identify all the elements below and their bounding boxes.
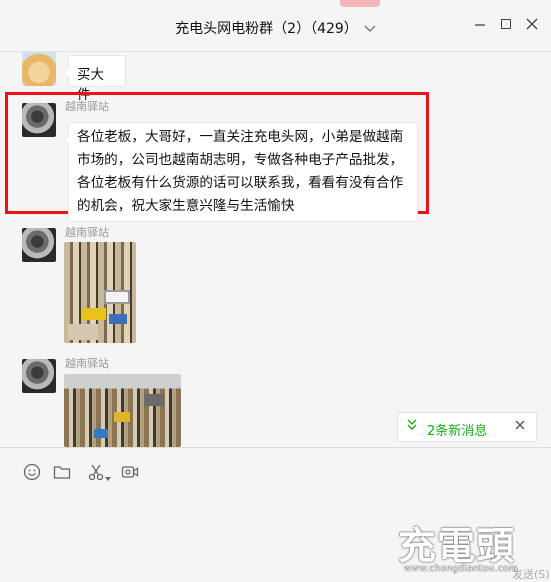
chevron-down-icon[interactable] <box>364 22 376 36</box>
double-chevron-down-icon <box>407 419 417 436</box>
new-messages-label: 2条新消息 <box>427 424 488 439</box>
folder-icon[interactable] <box>52 462 72 482</box>
image-message[interactable] <box>64 242 136 343</box>
notification-tab <box>340 0 380 7</box>
message-bubble[interactable]: 买大件 <box>63 55 126 103</box>
video-call-icon[interactable] <box>120 462 140 482</box>
message-bubble-highlighted[interactable]: 各位老板，大哥好，一直关注充电头网，小弟是做越南市场的，公司也越南胡志明，专做各… <box>63 122 418 222</box>
sender-name: 越南驿站 <box>65 226 109 239</box>
scissors-icon[interactable] <box>86 462 106 482</box>
chat-title-text: 充电头网电粉群（2）（429） <box>175 21 358 37</box>
image-message[interactable] <box>64 374 181 447</box>
sender-name: 越南驿站 <box>65 100 109 113</box>
new-messages-notification[interactable]: 2条新消息 <box>397 412 537 442</box>
title-bar: 充电头网电粉群（2）（429） <box>0 0 551 52</box>
maximize-icon[interactable] <box>498 16 514 32</box>
avatar[interactable] <box>22 359 56 393</box>
watermark-logo: 充電頭 www.chongdiantou.com <box>398 515 551 582</box>
close-icon[interactable] <box>514 419 526 435</box>
chat-area[interactable]: 买大件 越南驿站 各位老板，大哥好，一直关注充电头网，小弟是做越南市场的，公司也… <box>0 52 551 447</box>
avatar[interactable] <box>22 228 56 262</box>
dog-avatar[interactable] <box>22 52 56 86</box>
message-text: 各位老板，大哥好，一直关注充电头网，小弟是做越南市场的，公司也越南胡志明，专做各… <box>77 129 404 214</box>
chevron-down-icon[interactable] <box>104 468 112 481</box>
watermark-url: www.chongdiantou.com <box>404 564 518 574</box>
watermark-text: 充電頭 <box>398 524 516 568</box>
avatar[interactable] <box>22 103 56 137</box>
close-icon[interactable] <box>524 16 540 32</box>
sender-name: 越南驿站 <box>65 357 109 370</box>
chat-title[interactable]: 充电头网电粉群（2）（429） <box>0 18 551 38</box>
minimize-icon[interactable] <box>472 16 488 32</box>
emoji-icon[interactable] <box>22 462 42 482</box>
